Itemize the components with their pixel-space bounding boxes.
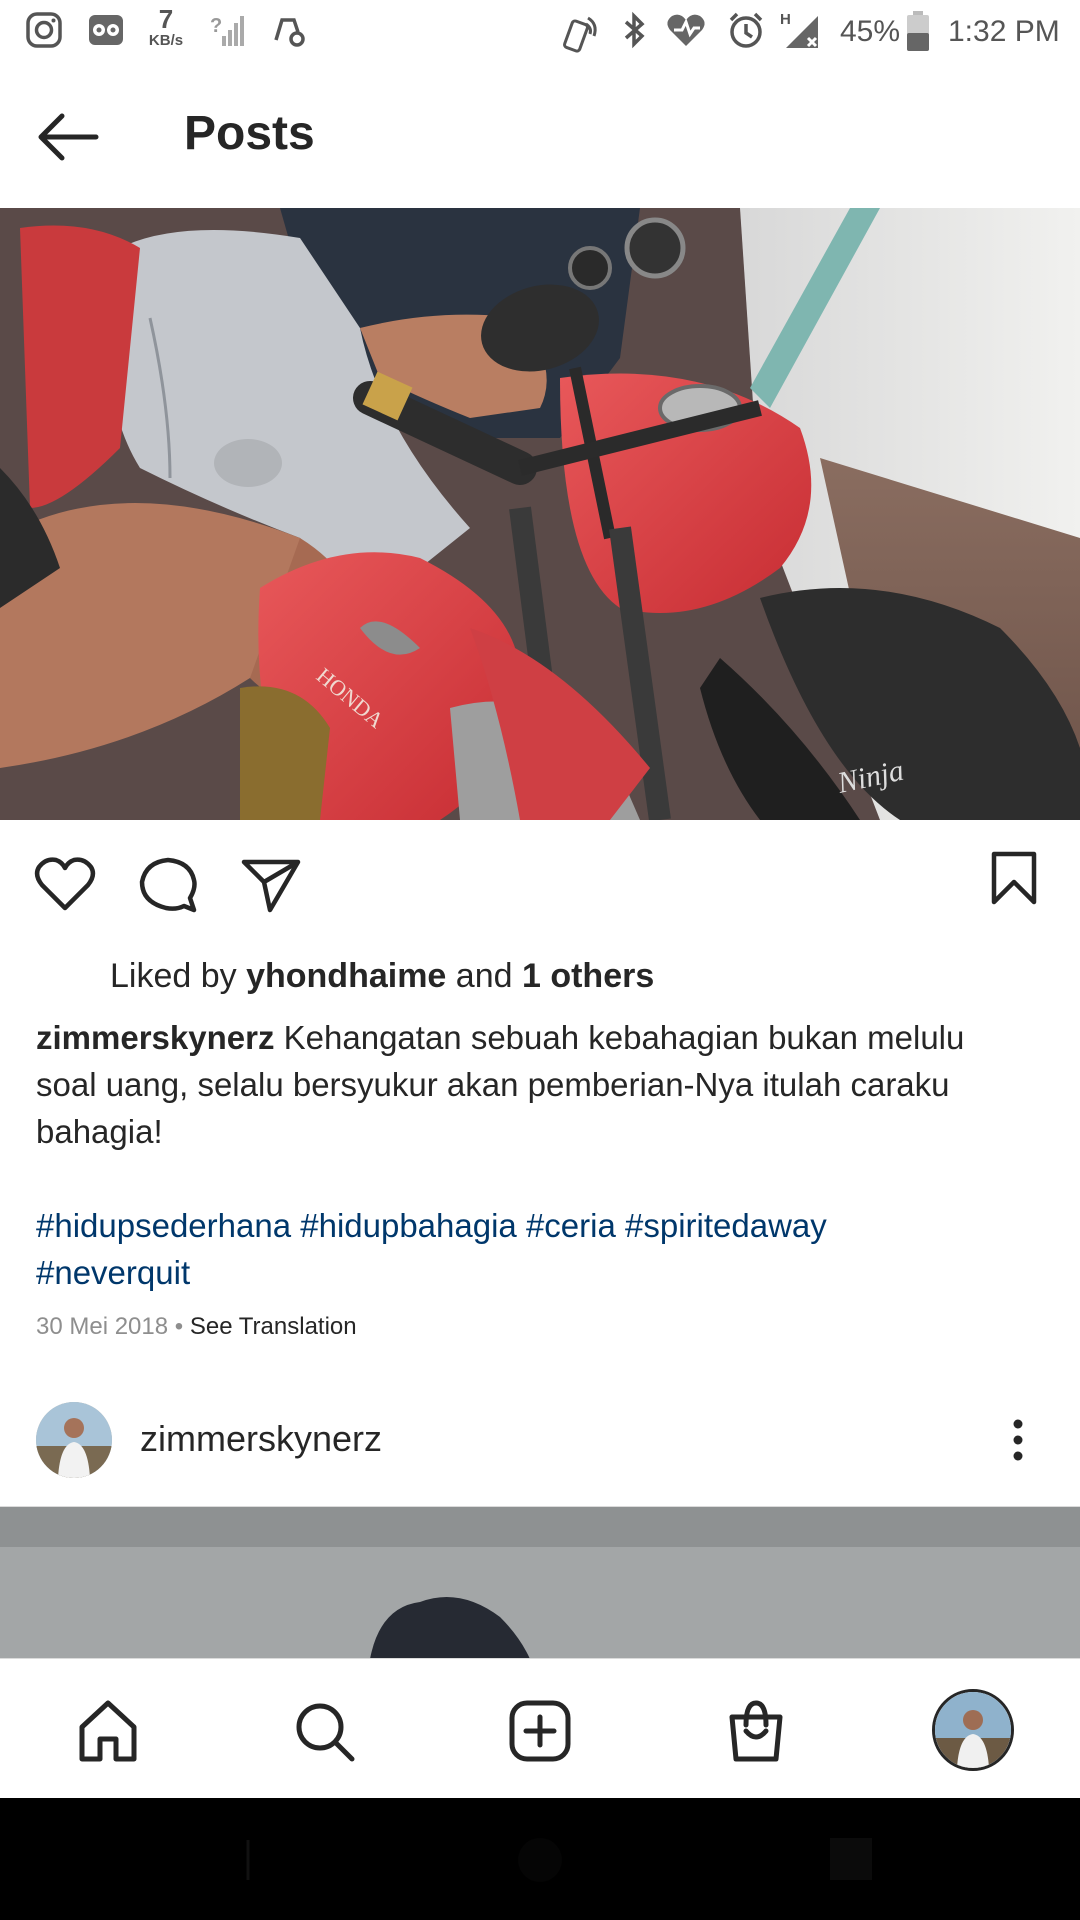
next-post-photo-image [0,1507,1080,1659]
liked-by-and: and [455,957,513,995]
see-translation-link[interactable]: See Translation [190,1313,357,1340]
system-home-icon[interactable] [512,1832,568,1888]
hashtag-link[interactable]: #spiritedaway [625,1207,827,1244]
system-navigation-bar [0,1798,1080,1920]
top-app-bar: Posts [0,62,1080,208]
next-post-photo[interactable] [0,1506,1080,1659]
post-meta: 30 Mei 2018 • See Translation [36,1312,357,1342]
back-arrow-icon[interactable] [30,102,110,172]
motorcycle-photo-image: Ninja HONDA [0,208,1080,820]
liked-by-line: Liked by yhondhaime and 1 others [110,956,654,996]
network-speed-unit: KB/s [148,32,184,49]
create-post-plus-icon[interactable] [506,1697,574,1765]
post-photo[interactable]: Ninja HONDA [0,208,1080,820]
post-date: 30 Mei 2018 [36,1313,169,1340]
battery-icon [907,11,929,51]
share-paper-plane-icon[interactable] [240,856,302,914]
tripadvisor-notification-icon [89,15,123,45]
page-title: Posts [184,107,315,160]
alarm-icon [729,12,763,48]
instagram-notification-icon [26,12,62,48]
caption-username[interactable]: zimmerskynerz [36,1019,274,1056]
liked-by-prefix: Liked by [110,957,237,995]
system-recents-icon[interactable] [826,1834,876,1884]
status-time: 1:32 PM [948,15,1060,48]
nfc-icon [563,16,597,53]
svg-text:H: H [780,11,791,28]
bluetooth-icon [624,11,645,49]
no-sim-signal-icon: ? [210,15,244,46]
next-post-avatar[interactable] [36,1402,112,1478]
profile-photo-image [36,1402,112,1478]
hashtag-link[interactable]: #neverquit [36,1254,190,1291]
health-heart-icon [667,14,705,46]
svg-text:?: ? [210,15,222,37]
shop-bag-icon[interactable] [722,1697,790,1765]
status-bar: 7 KB/s ? H 45% 1:32 PM [0,0,1080,62]
system-back-icon[interactable] [200,1836,252,1884]
network-speed-value: 7 [158,4,174,34]
hashtag-link[interactable]: #hidupsederhana [36,1207,291,1244]
like-heart-icon[interactable] [34,856,96,912]
save-bookmark-icon[interactable] [988,850,1040,908]
bottom-navigation-bar [0,1658,1080,1799]
settings-notification-icon [274,18,305,47]
home-icon[interactable] [74,1697,142,1765]
search-icon[interactable] [290,1697,358,1765]
caption-hashtags: #hidupsederhana #hidupbahagia #ceria #sp… [36,1202,1026,1296]
meta-separator: • [174,1313,184,1340]
hashtag-link[interactable]: #ceria [526,1207,616,1244]
profile-avatar-image [935,1692,1011,1768]
liked-by-username[interactable]: yhondhaime [246,957,446,995]
more-options-kebab-icon[interactable] [1000,1416,1036,1464]
battery-percentage: 45% [840,15,901,48]
liked-by-others-link[interactable]: 1 others [522,957,654,995]
hashtag-link[interactable]: #hidupbahagia [300,1207,517,1244]
next-post-username[interactable]: zimmerskynerz [140,1418,382,1460]
post-caption: zimmerskynerz Kehangatan sebuah kebahagi… [36,1014,1026,1155]
comment-icon[interactable] [138,854,198,914]
mobile-signal-no-data-icon: H [780,11,818,48]
profile-tab-avatar[interactable] [932,1689,1014,1771]
network-speed-indicator: 7 KB/s [144,6,188,50]
